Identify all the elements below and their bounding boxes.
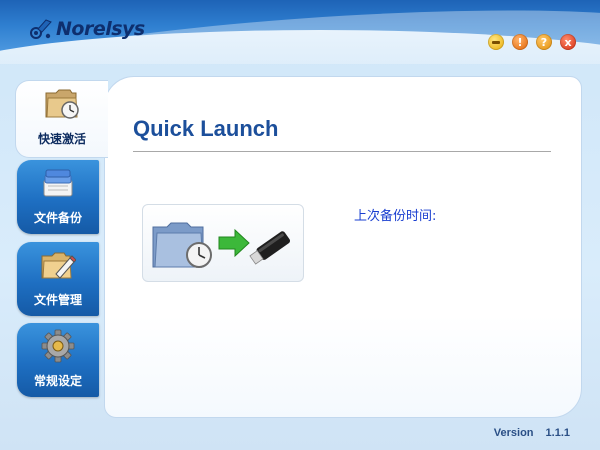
sidebar-item-label: 常规设定 xyxy=(33,374,82,388)
folder-edit-icon xyxy=(40,248,77,282)
app-logo: Norelsys xyxy=(28,16,145,42)
sidebar-item-label: 文件管理 xyxy=(33,293,82,307)
version-info: Version 1.1.1 xyxy=(494,427,570,439)
sidebar-item-general-settings[interactable]: 常规设定 xyxy=(17,323,99,397)
version-number: 1.1.1 xyxy=(545,427,570,439)
help-button[interactable]: ? xyxy=(536,34,552,50)
document-stack-icon xyxy=(40,166,76,200)
sidebar-item-file-management[interactable]: 文件管理 xyxy=(17,242,99,316)
usb-drive-icon xyxy=(249,231,291,265)
clock-folder-icon xyxy=(44,87,80,121)
warning-button[interactable]: ! xyxy=(512,34,528,50)
arrow-right-icon xyxy=(218,228,250,258)
sidebar-item-label: 快速激活 xyxy=(37,132,86,146)
gear-icon xyxy=(40,329,76,363)
sidebar-item-quick-activate[interactable]: 快速激活 xyxy=(15,80,108,158)
sidebar-item-label: 文件备份 xyxy=(33,211,82,225)
header-banner: Norelsys ! ? x xyxy=(0,0,600,64)
minimize-button[interactable] xyxy=(488,34,504,50)
sidebar-item-file-backup[interactable]: 文件备份 xyxy=(17,160,99,234)
app-window: Norelsys ! ? x Quick Launch 上次备份时间: Vers… xyxy=(0,0,600,450)
brand-name: Norelsys xyxy=(56,18,145,40)
close-button[interactable]: x xyxy=(560,34,576,50)
version-label: Version xyxy=(493,427,534,439)
title-divider xyxy=(133,151,551,152)
window-controls: ! ? x xyxy=(488,34,576,50)
logo-mark-icon xyxy=(28,16,54,42)
last-backup-label: 上次备份时间: xyxy=(354,209,437,224)
minimize-icon xyxy=(492,40,500,44)
quick-launch-button[interactable] xyxy=(142,204,304,282)
clock-folder-icon xyxy=(152,222,212,268)
page-title: Quick Launch xyxy=(133,116,279,141)
